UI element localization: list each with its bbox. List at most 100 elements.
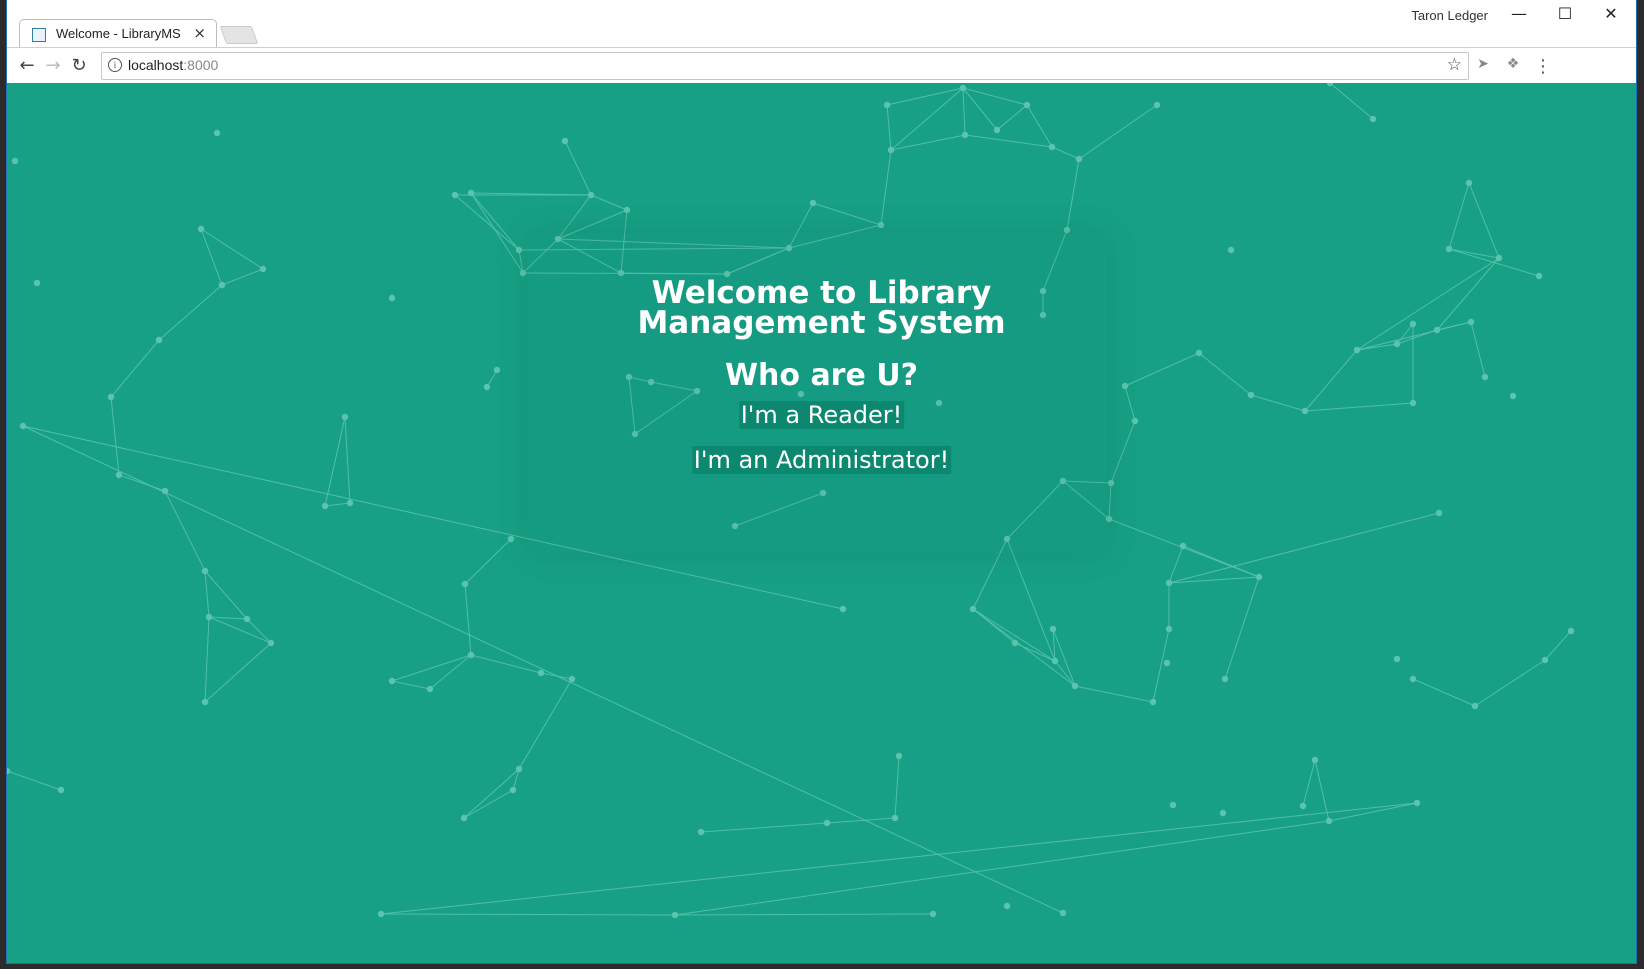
network-link — [1412, 678, 1476, 707]
network-link — [886, 104, 892, 151]
network-node — [587, 191, 595, 199]
network-link — [454, 194, 520, 251]
network-node — [1163, 659, 1171, 667]
network-node — [243, 615, 251, 623]
network-link — [324, 502, 351, 507]
favicon-icon — [32, 28, 46, 42]
network-link — [1108, 482, 1112, 520]
network-node — [671, 911, 679, 919]
extension-dropbox-icon[interactable]: ❖ — [1503, 56, 1523, 76]
network-node — [213, 129, 221, 137]
tab-title: Welcome - LibraryMS — [56, 26, 181, 41]
browser-window: Welcome - LibraryMS × Taron Ledger — ☐ ✕… — [7, 0, 1636, 963]
network-node — [205, 613, 213, 621]
page-title-line2: Management System — [637, 305, 1006, 341]
network-node — [507, 535, 515, 543]
reload-icon[interactable]: ↻ — [67, 54, 91, 78]
network-link — [1168, 545, 1184, 584]
network-node — [201, 567, 209, 575]
network-link — [470, 192, 520, 251]
network-link — [7, 770, 62, 791]
network-node — [561, 137, 569, 145]
reader-button[interactable]: I'm a Reader! — [738, 401, 905, 429]
network-link — [1078, 104, 1158, 160]
network-node — [877, 221, 885, 229]
network-link — [564, 140, 592, 196]
minimize-button[interactable]: — — [1496, 4, 1542, 26]
network-link — [674, 820, 1330, 916]
network-node — [1011, 639, 1019, 647]
network-link — [890, 134, 966, 151]
network-link — [429, 654, 472, 690]
network-node — [451, 191, 459, 199]
network-link — [812, 202, 882, 226]
network-node — [460, 814, 468, 822]
network-link — [164, 490, 206, 572]
url-port: :8000 — [183, 57, 219, 73]
tab-welcome[interactable]: Welcome - LibraryMS × — [19, 19, 217, 48]
network-node — [1227, 246, 1235, 254]
forward-arrow-icon[interactable]: → — [41, 54, 65, 78]
network-node — [1003, 902, 1011, 910]
info-icon[interactable]: i — [108, 58, 122, 72]
network-link — [880, 149, 892, 226]
network-link — [204, 570, 210, 618]
network-link — [1448, 182, 1470, 250]
network-node — [1179, 542, 1187, 550]
tab-close-icon[interactable]: × — [193, 24, 206, 42]
network-node — [11, 157, 19, 165]
network-link — [208, 616, 272, 644]
network-node — [839, 605, 847, 613]
network-node — [107, 393, 115, 401]
network-link — [962, 87, 998, 131]
network-link — [1544, 630, 1572, 661]
network-node — [697, 828, 705, 836]
url-host: localhost — [128, 57, 184, 73]
network-link — [964, 134, 1053, 148]
network-node — [1049, 625, 1057, 633]
network-node — [1445, 245, 1453, 253]
network-link — [886, 87, 964, 106]
network-node — [1071, 682, 1079, 690]
network-node — [1509, 392, 1517, 400]
network-node — [1075, 155, 1083, 163]
network-node — [467, 651, 475, 659]
network-link — [470, 192, 524, 274]
network-link — [1074, 685, 1154, 703]
network-link — [674, 913, 934, 916]
network-node — [115, 471, 123, 479]
close-window-button[interactable]: ✕ — [1588, 4, 1634, 26]
network-node — [197, 225, 205, 233]
network-link — [246, 618, 272, 644]
network-link — [1474, 659, 1546, 707]
network-link — [996, 104, 1028, 131]
network-link — [962, 87, 1028, 106]
extension-cursor-icon[interactable]: ➤ — [1473, 56, 1493, 76]
network-node — [1131, 417, 1139, 425]
new-tab-button[interactable] — [219, 26, 259, 44]
network-node — [467, 189, 475, 197]
network-link — [1328, 802, 1418, 822]
address-bar[interactable]: i localhost:8000 ☆ — [101, 52, 1469, 80]
network-node — [509, 786, 517, 794]
browser-menu-icon[interactable]: ⋮ — [1533, 56, 1553, 77]
network-node — [1059, 909, 1067, 917]
network-link — [110, 396, 120, 476]
network-link — [1468, 182, 1500, 259]
url-text[interactable]: localhost:8000 — [128, 57, 218, 73]
network-node — [1107, 479, 1115, 487]
network-link — [204, 642, 272, 703]
network-node — [887, 146, 895, 154]
network-node — [388, 677, 396, 685]
network-link — [1302, 759, 1316, 807]
network-node — [19, 422, 27, 430]
network-node — [883, 101, 891, 109]
tab-strip: Welcome - LibraryMS × Taron Ledger — ☐ ✕ — [7, 0, 1636, 48]
maximize-button[interactable]: ☐ — [1542, 4, 1588, 26]
network-node — [1409, 675, 1417, 683]
administrator-button[interactable]: I'm an Administrator! — [691, 446, 952, 474]
bookmark-star-icon[interactable]: ☆ — [1447, 55, 1462, 75]
back-arrow-icon[interactable]: ← — [15, 54, 39, 78]
network-node — [377, 910, 385, 918]
profile-name[interactable]: Taron Ledger — [1411, 8, 1488, 23]
